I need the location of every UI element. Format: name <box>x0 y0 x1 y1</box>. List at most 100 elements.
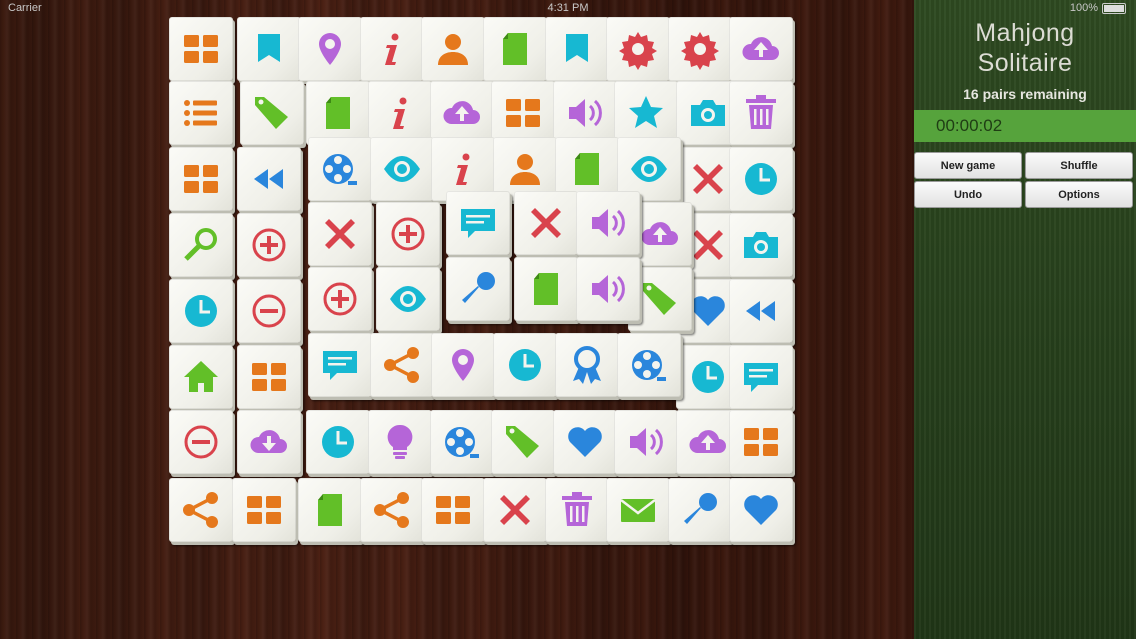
mahjong-tile[interactable] <box>576 191 640 255</box>
mahjong-tile[interactable] <box>360 17 424 81</box>
film-reel-icon <box>632 350 666 381</box>
side-panel: Mahjong Solitaire 16 pairs remaining 00:… <box>914 0 1136 639</box>
mahjong-tile[interactable] <box>169 478 233 542</box>
mahjong-tile[interactable] <box>493 333 557 397</box>
document-icon <box>326 97 350 129</box>
mahjong-tile[interactable] <box>729 213 793 277</box>
mahjong-tile[interactable] <box>729 279 793 343</box>
mahjong-tile[interactable] <box>306 410 370 474</box>
mahjong-tile[interactable] <box>483 478 547 542</box>
mahjong-tile[interactable] <box>360 478 424 542</box>
mahjong-tile[interactable] <box>668 478 732 542</box>
mahjong-tile[interactable] <box>240 81 304 145</box>
tag-icon <box>255 97 288 129</box>
undo-button[interactable]: Undo <box>914 181 1022 208</box>
user-icon <box>438 34 468 65</box>
mahjong-tile[interactable] <box>306 81 370 145</box>
mahjong-tile[interactable] <box>729 147 793 211</box>
chat-icon <box>461 209 495 238</box>
mahjong-tile[interactable] <box>298 478 362 542</box>
document-icon <box>575 153 599 185</box>
cloud-upload-icon <box>641 222 678 245</box>
trash-icon <box>562 492 592 526</box>
mahjong-tile[interactable] <box>169 17 233 81</box>
mahjong-tile[interactable] <box>308 333 372 397</box>
mahjong-tile[interactable] <box>729 17 793 81</box>
mahjong-tile[interactable] <box>237 17 301 81</box>
mahjong-tile[interactable] <box>237 213 301 277</box>
map-pin-icon <box>452 349 474 381</box>
close-icon <box>325 219 355 249</box>
share-icon <box>384 347 419 383</box>
mahjong-tile[interactable] <box>169 279 233 343</box>
game-title: Mahjong Solitaire <box>914 18 1136 78</box>
mahjong-tile[interactable] <box>431 333 495 397</box>
mahjong-tile[interactable] <box>169 345 233 409</box>
mahjong-tile[interactable] <box>553 81 617 145</box>
mahjong-tile[interactable] <box>370 333 434 397</box>
status-bar: Carrier 4:31 PM 100% <box>0 0 1136 16</box>
mahjong-tile[interactable] <box>545 17 609 81</box>
close-icon <box>500 495 530 525</box>
mahjong-tile[interactable] <box>514 257 578 321</box>
mahjong-tile[interactable] <box>421 478 485 542</box>
mahjong-tile[interactable] <box>368 410 432 474</box>
mahjong-tile[interactable] <box>491 410 555 474</box>
mahjong-tile[interactable] <box>370 137 434 201</box>
mahjong-tile[interactable] <box>514 191 578 255</box>
mahjong-tile[interactable] <box>483 17 547 81</box>
mahjong-tile[interactable] <box>298 17 362 81</box>
mahjong-tile[interactable] <box>169 147 233 211</box>
home-icon <box>184 361 218 392</box>
mahjong-tile[interactable] <box>446 191 510 255</box>
grid-icon <box>184 165 218 193</box>
mahjong-tile[interactable] <box>729 410 793 474</box>
mahjong-tile[interactable] <box>606 478 670 542</box>
mahjong-tile[interactable] <box>237 345 301 409</box>
mahjong-tile[interactable] <box>421 17 485 81</box>
mahjong-tile[interactable] <box>430 410 494 474</box>
mahjong-board <box>0 0 912 639</box>
mahjong-tile[interactable] <box>614 410 678 474</box>
mahjong-tile[interactable] <box>169 81 233 145</box>
mahjong-tile[interactable] <box>729 478 793 542</box>
mahjong-tile[interactable] <box>729 81 793 145</box>
mahjong-tile[interactable] <box>491 81 555 145</box>
info-icon <box>456 153 470 185</box>
mahjong-tile[interactable] <box>576 257 640 321</box>
mahjong-tile[interactable] <box>555 333 619 397</box>
mahjong-tile[interactable] <box>430 81 494 145</box>
mahjong-tile[interactable] <box>606 17 670 81</box>
shuffle-button[interactable]: Shuffle <box>1025 152 1133 179</box>
mahjong-tile[interactable] <box>237 410 301 474</box>
mahjong-tile[interactable] <box>308 137 372 201</box>
mahjong-tile[interactable] <box>376 202 440 266</box>
mahjong-tile[interactable] <box>237 147 301 211</box>
mahjong-tile[interactable] <box>446 257 510 321</box>
mahjong-tile[interactable] <box>368 81 432 145</box>
mahjong-tile[interactable] <box>232 478 296 542</box>
film-reel-icon <box>323 154 357 185</box>
mahjong-tile[interactable] <box>169 213 233 277</box>
mahjong-tile[interactable] <box>668 17 732 81</box>
mahjong-tile[interactable] <box>308 267 372 331</box>
mahjong-tile[interactable] <box>169 410 233 474</box>
mahjong-tile[interactable] <box>308 202 372 266</box>
chat-icon <box>323 351 357 380</box>
mahjong-tile[interactable] <box>237 279 301 343</box>
mahjong-tile[interactable] <box>545 478 609 542</box>
microphone-icon <box>684 493 717 524</box>
mahjong-tile[interactable] <box>553 410 617 474</box>
grid-icon <box>252 363 286 391</box>
mahjong-tile[interactable] <box>376 267 440 331</box>
options-button[interactable]: Options <box>1025 181 1133 208</box>
mahjong-tile[interactable] <box>729 345 793 409</box>
new-game-button[interactable]: New game <box>914 152 1022 179</box>
tag-icon <box>643 283 676 315</box>
heart-icon <box>568 427 602 457</box>
speaker-icon <box>569 99 602 127</box>
eye-icon <box>384 156 420 182</box>
mahjong-tile[interactable] <box>614 81 678 145</box>
grid-icon <box>247 496 281 524</box>
mahjong-tile[interactable] <box>617 333 681 397</box>
